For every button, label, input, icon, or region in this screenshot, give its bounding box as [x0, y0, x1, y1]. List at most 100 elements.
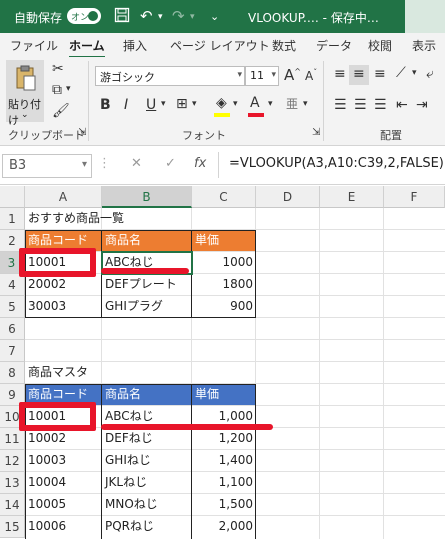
tab-formulas[interactable]: 数式 [272, 37, 296, 54]
cell-a11[interactable]: 10002 [25, 428, 102, 449]
cell-a5[interactable]: 30003 [25, 296, 102, 317]
cell-c4[interactable]: 1800 [192, 274, 256, 295]
cell-c15[interactable]: 2,000 [192, 516, 256, 537]
cell-a14[interactable]: 10005 [25, 494, 102, 515]
undo-icon[interactable]: ↶ [140, 7, 153, 25]
fill-color-icon[interactable]: ◈ [216, 95, 227, 111]
column-header-d[interactable]: D [256, 186, 320, 208]
cell-a1[interactable]: おすすめ商品一覧 [25, 208, 225, 229]
underline-button[interactable]: U [146, 97, 156, 113]
phonetic-dropdown-icon[interactable]: ▾ [303, 99, 308, 109]
cell-a9[interactable]: 商品コード [25, 384, 102, 405]
cell-a8[interactable]: 商品マスタ [25, 362, 225, 383]
border-dropdown-icon[interactable]: ▾ [192, 99, 197, 109]
align-middle-button[interactable]: ≡ [349, 65, 369, 85]
row-header[interactable]: 3 [0, 252, 25, 274]
cell-b2[interactable]: 商品名 [102, 230, 192, 251]
cell-a4[interactable]: 20002 [25, 274, 102, 295]
column-header-e[interactable]: E [320, 186, 384, 208]
cell-b12[interactable]: GHIねじ [102, 450, 192, 471]
clipboard-launcher-icon[interactable]: ⇲ [78, 127, 86, 138]
worksheet-grid[interactable]: A B C D E F 1 2 3 4 5 6 7 8 9 10 11 12 1… [0, 186, 445, 539]
drag-handle-icon[interactable]: ⋮ [98, 156, 111, 171]
align-top-icon[interactable]: ≡ [334, 66, 346, 82]
font-launcher-icon[interactable]: ⇲ [312, 127, 320, 138]
insert-function-icon[interactable]: fx [194, 156, 206, 171]
underline-dropdown-icon[interactable]: ▾ [161, 99, 166, 109]
font-color-icon[interactable]: A [250, 95, 260, 111]
redo-icon[interactable]: ↷ [172, 7, 185, 25]
cell-a13[interactable]: 10004 [25, 472, 102, 493]
cell-b14[interactable]: MNOねじ [102, 494, 192, 515]
grow-font-icon[interactable]: A^ [284, 66, 301, 84]
cell-b5[interactable]: GHIプラグ [102, 296, 192, 317]
cell-c3[interactable]: 1000 [192, 252, 256, 273]
font-size-dropdown[interactable]: 11 ▾ [245, 66, 279, 86]
row-header[interactable]: 9 [0, 384, 25, 406]
qat-more-icon[interactable]: ⌄ [210, 10, 219, 23]
cell-a15[interactable]: 10006 [25, 516, 102, 537]
font-name-dropdown[interactable]: 游ゴシック ▾ [95, 66, 245, 86]
tab-view[interactable]: 表示 [412, 37, 436, 54]
row-header[interactable]: 10 [0, 406, 25, 428]
column-header-a[interactable]: A [25, 186, 102, 208]
cell-c10[interactable]: 1,000 [192, 406, 256, 427]
cell-c9[interactable]: 単価 [192, 384, 256, 405]
row-header[interactable]: 6 [0, 318, 25, 340]
phonetic-icon[interactable]: 亜 [286, 95, 298, 112]
row-header[interactable]: 15 [0, 516, 25, 538]
align-center-icon[interactable]: ☰ [354, 97, 367, 113]
row-header[interactable]: 4 [0, 274, 25, 296]
enter-icon[interactable]: ✓ [165, 156, 176, 171]
tab-page-layout[interactable]: ページ レイアウト [170, 37, 270, 54]
format-painter-icon[interactable]: 🖌 [52, 103, 70, 119]
cell-c12[interactable]: 1,400 [192, 450, 256, 471]
row-header[interactable]: 13 [0, 472, 25, 494]
cell-a10[interactable]: 10001 [25, 406, 102, 427]
tab-data[interactable]: データ [316, 37, 352, 54]
formula-input[interactable]: =VLOOKUP(A3,A10:C39,2,FALSE) [229, 156, 444, 171]
border-icon[interactable]: ⊞ [176, 96, 188, 112]
row-header[interactable]: 1 [0, 208, 25, 230]
align-right-icon[interactable]: ☰ [374, 97, 387, 113]
column-header-b[interactable]: B [102, 186, 192, 208]
name-box[interactable]: B3 ▾ [2, 154, 92, 178]
column-header-f[interactable]: F [384, 186, 445, 208]
column-header-c[interactable]: C [192, 186, 256, 208]
cell-c14[interactable]: 1,500 [192, 494, 256, 515]
save-icon[interactable] [114, 7, 130, 27]
cell-b13[interactable]: JKLねじ [102, 472, 192, 493]
row-header[interactable]: 7 [0, 340, 25, 362]
cell-c2[interactable]: 単価 [192, 230, 256, 251]
italic-button[interactable]: I [124, 97, 128, 113]
row-header[interactable]: 5 [0, 296, 25, 318]
cell-b3[interactable]: ABCねじ [102, 252, 192, 273]
fill-color-dropdown-icon[interactable]: ▾ [233, 99, 238, 109]
font-color-dropdown-icon[interactable]: ▾ [268, 99, 273, 109]
bold-button[interactable]: B [100, 97, 111, 113]
align-left-icon[interactable]: ☰ [334, 97, 347, 113]
redo-dropdown-icon[interactable]: ▾ [190, 12, 195, 22]
autosave-toggle[interactable]: オン [67, 8, 101, 24]
increase-indent-icon[interactable]: ⇥ [416, 97, 428, 113]
cell-b15[interactable]: PQRねじ [102, 516, 192, 537]
cell-c5[interactable]: 900 [192, 296, 256, 317]
align-bottom-icon[interactable]: ≡ [374, 66, 386, 82]
cell-c13[interactable]: 1,100 [192, 472, 256, 493]
shrink-font-icon[interactable]: Aˇ [305, 68, 317, 83]
tab-insert[interactable]: 挿入 [123, 37, 147, 54]
cell-b4[interactable]: DEFプレート [102, 274, 192, 295]
copy-dropdown-icon[interactable]: ▾ [66, 84, 71, 94]
cell-a3[interactable]: 10001 [25, 252, 102, 273]
paste-button[interactable]: 貼り付け ⌄ [6, 60, 44, 127]
cell-c11[interactable]: 1,200 [192, 428, 256, 449]
row-header[interactable]: 12 [0, 450, 25, 472]
row-header[interactable]: 11 [0, 428, 25, 450]
cell-b11[interactable]: DEFねじ [102, 428, 192, 449]
copy-icon[interactable]: ⧉ [52, 82, 62, 98]
tab-home[interactable]: ホーム [69, 37, 105, 59]
orientation-dropdown-icon[interactable]: ▾ [412, 68, 417, 78]
orientation-icon[interactable]: ⟋ [396, 65, 406, 81]
cut-icon[interactable]: ✂ [52, 61, 64, 77]
row-header[interactable]: 2 [0, 230, 25, 252]
